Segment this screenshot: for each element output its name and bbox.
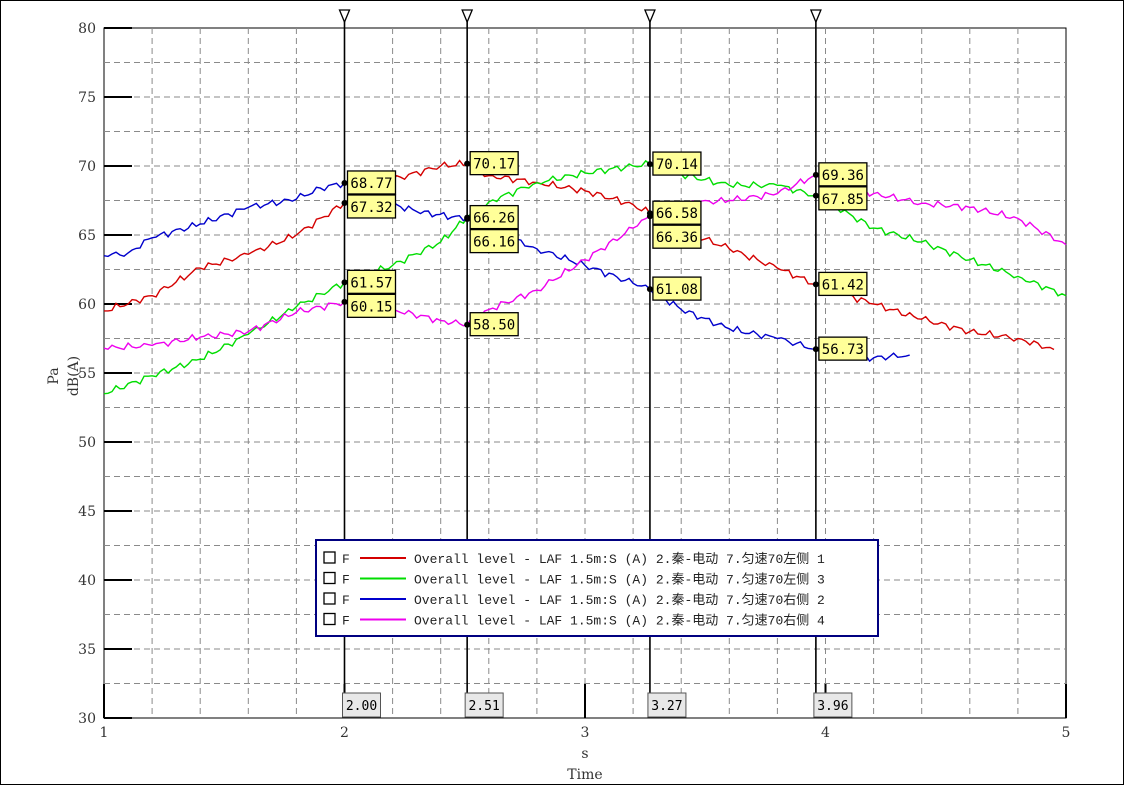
cursor-point <box>341 279 348 286</box>
legend-flag: F <box>342 552 350 567</box>
cursor-point <box>646 286 653 293</box>
cursor-point <box>341 199 348 206</box>
legend-checkbox[interactable] <box>323 571 336 585</box>
cursor-x-label: 3.96 <box>817 699 848 714</box>
legend-checkbox[interactable] <box>323 612 336 626</box>
y-tick-label: 70 <box>78 159 96 175</box>
legend-checkbox[interactable] <box>323 592 336 605</box>
x-tick-label: 5 <box>1062 725 1071 741</box>
cursor-point <box>646 213 653 220</box>
cursor-x-label: 3.27 <box>651 699 682 714</box>
legend-flag: F <box>342 593 350 608</box>
y-tick-label: 80 <box>78 21 96 37</box>
readout-value: 69.36 <box>822 168 864 184</box>
y-tick-label: 45 <box>78 504 96 520</box>
legend-label: Overall level - LAF 1.5m:S (A) 2.秦-电动 7.… <box>414 573 825 588</box>
x-axis-title: Time <box>567 767 602 783</box>
legend-flag: F <box>342 614 350 629</box>
cursor-point <box>464 160 471 167</box>
legend-flag: F <box>342 573 350 588</box>
readout-value: 61.08 <box>656 282 698 298</box>
cursor-point <box>464 321 471 328</box>
cursor-handle-icon[interactable] <box>461 9 474 24</box>
cursor-point <box>812 346 819 353</box>
cursor-point <box>341 298 348 305</box>
x-axis-unit: s <box>581 746 588 762</box>
cursor-x-label: 2.00 <box>346 699 377 714</box>
x-tick-label: 1 <box>100 725 109 741</box>
readout-value: 66.58 <box>656 206 698 222</box>
legend: F Overall level - LAF 1.5m:S (A) 2.秦-电动 7… <box>315 539 879 637</box>
line-chart: 30354045505560657075801 2 3 4 5sTimePa dB(A)2… <box>46 9 1071 783</box>
x-tick-label: 2 <box>340 725 349 741</box>
cursor-handle-icon[interactable] <box>338 9 351 24</box>
cursor-handle-icon[interactable] <box>643 9 656 24</box>
readout-value: 58.50 <box>473 318 515 334</box>
readout-value: 61.42 <box>822 277 864 293</box>
cursor-point <box>812 171 819 178</box>
cursor-point <box>812 192 819 199</box>
x-tick-label: 4 <box>821 725 830 741</box>
x-tick-label: 3 <box>581 725 590 741</box>
y-tick-label: 60 <box>78 297 96 313</box>
cursor-point <box>812 281 819 288</box>
readout-value: 66.36 <box>656 230 698 246</box>
readout-value: 68.77 <box>350 176 392 192</box>
legend-checkbox[interactable] <box>323 551 336 564</box>
readout-value: 70.14 <box>656 157 698 173</box>
y-tick-label: 50 <box>78 435 96 451</box>
cursor-point <box>646 161 653 168</box>
y-tick-label: 75 <box>78 90 96 106</box>
readout-value: 60.15 <box>350 299 392 315</box>
readout-value: 61.57 <box>350 275 392 291</box>
y-tick-label: 40 <box>78 573 96 589</box>
y-axis-title: dB(A) <box>66 356 82 396</box>
cursor-point <box>341 179 348 186</box>
readout-value: 66.26 <box>473 211 515 227</box>
cursor-handle-icon[interactable] <box>809 9 822 24</box>
cursor-point <box>464 215 471 222</box>
y-axis-unit: Pa <box>46 367 62 384</box>
legend-label: Overall level - LAF 1.5m:S (A) 2.秦-电动 7.… <box>414 552 825 567</box>
readout-value: 67.85 <box>822 192 864 208</box>
y-tick-label: 30 <box>78 711 96 727</box>
y-tick-label: 35 <box>78 642 96 658</box>
readout-value: 70.17 <box>473 157 515 173</box>
readout-value: 67.32 <box>350 200 392 216</box>
cursor-x-label: 2.51 <box>468 699 499 714</box>
y-tick-label: 65 <box>78 228 96 244</box>
readout-value: 66.16 <box>473 235 515 251</box>
readout-value: 56.73 <box>822 342 864 358</box>
legend-label: Overall level - LAF 1.5m:S (A) 2.秦-电动 7.… <box>414 593 825 608</box>
legend-label: Overall level - LAF 1.5m:S (A) 2.秦-电动 7.… <box>414 614 825 629</box>
